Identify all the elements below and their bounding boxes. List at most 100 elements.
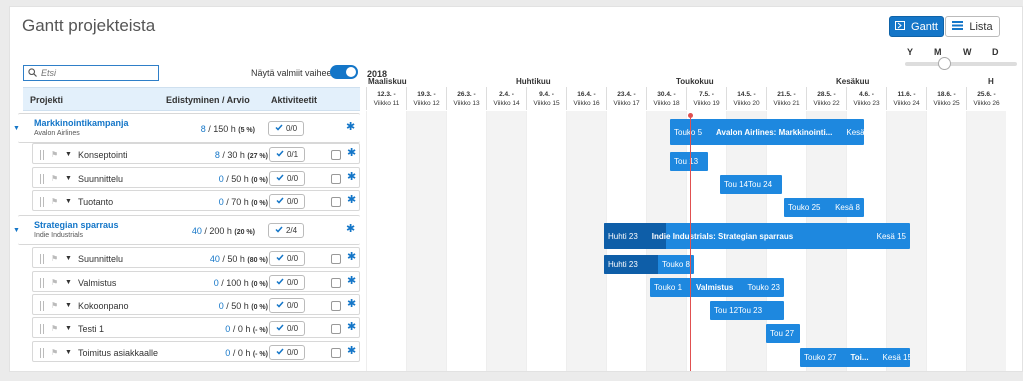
expand-caret-icon[interactable]: ▼ bbox=[13, 227, 20, 234]
list-view-button[interactable]: Lista bbox=[945, 16, 1000, 37]
expand-caret-icon[interactable]: ▼ bbox=[65, 175, 72, 182]
drag-handle-icon[interactable] bbox=[40, 196, 46, 207]
gantt-bar[interactable]: Touko 1 Valmistus Touko 23 bbox=[650, 278, 784, 297]
settings-gear-icon[interactable]: ✱ bbox=[347, 345, 356, 357]
project-name[interactable]: Markkinointikampanja bbox=[34, 118, 129, 128]
search-box[interactable] bbox=[23, 65, 159, 81]
activities-button[interactable]: 0/0 bbox=[268, 121, 304, 136]
activities-button[interactable]: 0/1 bbox=[269, 146, 305, 162]
flag-icon[interactable]: ⚑ bbox=[51, 150, 58, 159]
task-row[interactable]: ⚑ ▼ Konseptointi 8 / 30 h (27 %) 0/1 ✱ bbox=[32, 143, 360, 164]
flag-icon[interactable]: ⚑ bbox=[51, 254, 58, 263]
drag-handle-icon[interactable] bbox=[40, 300, 46, 311]
activities-button[interactable]: 0/0 bbox=[269, 297, 305, 313]
drag-handle-icon[interactable] bbox=[40, 173, 46, 184]
row-checkbox[interactable] bbox=[331, 300, 341, 311]
row-checkbox[interactable] bbox=[331, 253, 341, 264]
activities-button[interactable]: 2/4 bbox=[268, 223, 304, 238]
task-name[interactable]: Testi 1 bbox=[78, 324, 104, 334]
gantt-bar[interactable]: Huhti 23 Indie Industrials: Strategian sp… bbox=[604, 223, 910, 249]
settings-gear-icon[interactable]: ✱ bbox=[347, 321, 356, 333]
flag-icon[interactable]: ⚑ bbox=[51, 197, 58, 206]
activities-button[interactable]: 0/0 bbox=[269, 344, 305, 360]
settings-gear-icon[interactable]: ✱ bbox=[347, 171, 356, 183]
project-row[interactable]: ▼ Markkinointikampanja Avalon Airlines 8 / … bbox=[13, 113, 360, 143]
task-row[interactable]: ⚑ ▼ Suunnittelu 40 / 50 h (80 %) 0/0 ✱ bbox=[32, 247, 360, 268]
task-name[interactable]: Suunnittelu bbox=[78, 174, 123, 184]
settings-gear-icon[interactable]: ✱ bbox=[347, 194, 356, 206]
col-activities[interactable]: Aktiviteetit bbox=[271, 95, 317, 105]
settings-gear-icon[interactable]: ✱ bbox=[347, 275, 356, 287]
settings-gear-icon[interactable]: ✱ bbox=[347, 147, 356, 159]
row-checkbox[interactable] bbox=[331, 277, 341, 288]
drag-handle-icon[interactable] bbox=[40, 277, 46, 288]
activities-button[interactable]: 0/0 bbox=[269, 250, 305, 266]
zoom-week[interactable]: W bbox=[963, 47, 972, 57]
gantt-bar[interactable]: Huhti 23 Touko 8 bbox=[604, 255, 694, 274]
zoom-slider[interactable] bbox=[905, 62, 1017, 66]
expand-caret-icon[interactable]: ▼ bbox=[65, 198, 72, 205]
gantt-bar[interactable]: Tou 27 bbox=[766, 324, 800, 343]
flag-icon[interactable]: ⚑ bbox=[51, 301, 58, 310]
task-row[interactable]: ⚑ ▼ Valmistus 0 / 100 h (0 %) 0/0 ✱ bbox=[32, 271, 360, 292]
drag-handle-icon[interactable] bbox=[40, 149, 46, 160]
flag-icon[interactable]: ⚑ bbox=[51, 278, 58, 287]
expand-caret-icon[interactable]: ▼ bbox=[65, 302, 72, 309]
task-row[interactable]: ⚑ ▼ Kokoonpano 0 / 50 h (0 %) 0/0 ✱ bbox=[32, 294, 360, 315]
task-row[interactable]: ⚑ ▼ Testi 1 0 / 0 h (- %) 0/0 ✱ bbox=[32, 317, 360, 338]
task-name[interactable]: Toimitus asiakkaalle bbox=[78, 348, 158, 358]
gantt-bar[interactable]: Tou 12Tou 23 bbox=[710, 301, 784, 320]
drag-handle-icon[interactable] bbox=[40, 323, 46, 334]
show-completed-toggle[interactable] bbox=[330, 65, 358, 79]
settings-gear-icon[interactable]: ✱ bbox=[346, 224, 355, 235]
expand-caret-icon[interactable]: ▼ bbox=[65, 325, 72, 332]
expand-caret-icon[interactable]: ▼ bbox=[65, 151, 72, 158]
flag-icon[interactable]: ⚑ bbox=[51, 174, 58, 183]
task-name[interactable]: Konseptointi bbox=[78, 150, 128, 160]
gantt-bar[interactable]: Touko 5 Avalon Airlines: Markkinointi... K… bbox=[670, 119, 864, 145]
zoom-day[interactable]: D bbox=[992, 47, 999, 57]
task-row[interactable]: ⚑ ▼ Tuotanto 0 / 70 h (0 %) 0/0 ✱ bbox=[32, 190, 360, 211]
gantt-bar[interactable]: Touko 25 Kesä 8 bbox=[784, 198, 864, 217]
activities-button[interactable]: 0/0 bbox=[269, 274, 305, 290]
settings-gear-icon[interactable]: ✱ bbox=[347, 298, 356, 310]
gantt-bar[interactable]: Tou 13 bbox=[670, 152, 708, 171]
drag-handle-icon[interactable] bbox=[40, 347, 46, 358]
zoom-month[interactable]: M bbox=[934, 47, 942, 57]
settings-gear-icon[interactable]: ✱ bbox=[346, 122, 355, 133]
task-row[interactable]: ⚑ ▼ Toimitus asiakkaalle 0 / 0 h (- %) 0/0 ✱ bbox=[32, 341, 360, 362]
expand-caret-icon[interactable]: ▼ bbox=[13, 125, 20, 132]
flag-icon[interactable]: ⚑ bbox=[51, 348, 58, 357]
col-project[interactable]: Projekti bbox=[30, 95, 63, 105]
activities-count: 0/1 bbox=[286, 149, 299, 159]
activities-button[interactable]: 0/0 bbox=[269, 320, 305, 336]
activities-button[interactable]: 0/0 bbox=[269, 193, 305, 209]
gantt-bar[interactable]: Tou 14Tou 24 bbox=[720, 175, 782, 194]
task-name[interactable]: Kokoonpano bbox=[78, 301, 129, 311]
task-name[interactable]: Suunnittelu bbox=[78, 254, 123, 264]
row-checkbox[interactable] bbox=[331, 196, 341, 207]
project-row[interactable]: ▼ Strategian sparraus Indie Industrials 40 … bbox=[13, 215, 360, 245]
project-name[interactable]: Strategian sparraus bbox=[34, 220, 119, 230]
row-checkbox[interactable] bbox=[331, 347, 341, 358]
flag-icon[interactable]: ⚑ bbox=[51, 324, 58, 333]
col-progress[interactable]: Edistyminen / Arvio bbox=[166, 95, 250, 105]
task-name[interactable]: Valmistus bbox=[78, 278, 116, 288]
task-row[interactable]: ⚑ ▼ Suunnittelu 0 / 50 h (0 %) 0/0 ✱ bbox=[32, 167, 360, 188]
expand-caret-icon[interactable]: ▼ bbox=[65, 279, 72, 286]
activities-button[interactable]: 0/0 bbox=[269, 170, 305, 186]
row-checkbox[interactable] bbox=[331, 323, 341, 334]
hours-estimate: / 200 h bbox=[201, 226, 235, 236]
gantt-bar-label: Valmistus bbox=[696, 283, 734, 292]
zoom-year[interactable]: Y bbox=[907, 47, 913, 57]
row-checkbox[interactable] bbox=[331, 149, 341, 160]
search-input[interactable] bbox=[41, 68, 151, 78]
task-name[interactable]: Tuotanto bbox=[78, 197, 113, 207]
gantt-view-button[interactable]: Gantt bbox=[889, 16, 944, 37]
expand-caret-icon[interactable]: ▼ bbox=[65, 255, 72, 262]
row-checkbox[interactable] bbox=[331, 173, 341, 184]
gantt-bar[interactable]: Touko 27 Toi... Kesä 15 bbox=[800, 348, 910, 367]
settings-gear-icon[interactable]: ✱ bbox=[347, 251, 356, 263]
expand-caret-icon[interactable]: ▼ bbox=[65, 349, 72, 356]
drag-handle-icon[interactable] bbox=[40, 253, 46, 264]
